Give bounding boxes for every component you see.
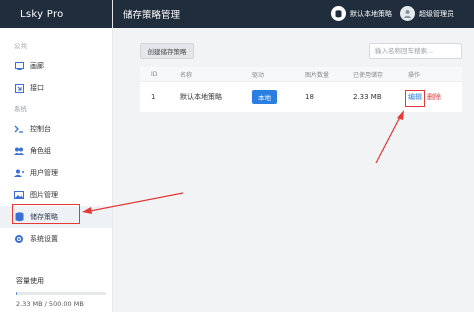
storage-icon — [331, 6, 346, 21]
cell-name: 默认本地策略 — [180, 93, 222, 101]
col-used: 已使用储存 — [353, 71, 384, 79]
table-header: ID 名称 驱动 图片数量 已使用储存 操作 — [140, 67, 462, 82]
sidebar-item-users[interactable]: 用户管理 — [0, 162, 112, 184]
sidebar-item-console[interactable]: 控制台 — [0, 118, 112, 140]
page-title: 储存策略管理 — [123, 10, 181, 21]
usage-bar — [16, 292, 106, 295]
col-name: 名称 — [180, 71, 193, 79]
driver-badge: 本地 — [252, 90, 277, 104]
sidebar-item-label: 系统设置 — [30, 235, 58, 243]
sidebar-item-api[interactable]: 接口 — [0, 77, 112, 99]
cell-id: 1 — [151, 93, 156, 101]
cell-used: 2.33 MB — [353, 93, 382, 101]
strategy-label: 默认本地策略 — [350, 9, 392, 18]
edit-highlight-box — [405, 90, 425, 107]
section-system-title: 系统 — [14, 105, 27, 113]
api-icon — [14, 83, 24, 93]
sidebar-item-label: 角色组 — [30, 147, 51, 155]
usage-value: 2.33 MB / 500.00 MB — [16, 300, 84, 308]
sidebar-item-label: 接口 — [30, 84, 44, 92]
usage-label: 容量使用 — [16, 277, 44, 285]
sidebar-item-label: 控制台 — [30, 125, 51, 133]
top-header: 储存策略管理 默认本地策略 超级管理员 — [113, 0, 474, 28]
gear-icon — [14, 234, 24, 244]
create-strategy-button[interactable]: 创建储存策略 — [140, 43, 194, 59]
sidebar-item-settings[interactable]: 系统设置 — [0, 228, 112, 250]
col-driver: 驱动 — [252, 71, 265, 79]
gallery-icon — [14, 61, 24, 71]
image-icon — [14, 190, 24, 200]
sidebar-item-label: 用户管理 — [30, 169, 58, 177]
cell-count: 18 — [305, 93, 314, 101]
strategy-switcher[interactable]: 默认本地策略 — [331, 6, 392, 21]
arrow-to-edit — [375, 110, 404, 164]
user-name: 超级管理员 — [419, 9, 454, 18]
search-input[interactable] — [369, 43, 462, 59]
user-menu[interactable]: 超级管理员 — [400, 6, 454, 21]
avatar — [400, 6, 415, 21]
sidebar-item-label: 画廊 — [30, 62, 44, 70]
sidebar: Lsky Pro 公共 画廊 接口 系统 控制台 角色组 用户管理 图片管理 储… — [0, 0, 113, 312]
users-icon — [14, 146, 24, 156]
storage-highlight-box — [12, 204, 80, 224]
storage-usage: 容量使用 2.33 MB / 500.00 MB — [16, 276, 106, 308]
delete-link[interactable]: 删除 — [427, 92, 441, 102]
col-actions: 操作 — [408, 71, 421, 79]
col-count: 图片数量 — [305, 71, 330, 79]
sidebar-item-gallery[interactable]: 画廊 — [0, 55, 112, 77]
sidebar-item-label: 图片管理 — [30, 191, 58, 199]
sidebar-item-roles[interactable]: 角色组 — [0, 140, 112, 162]
col-id: ID — [151, 70, 158, 78]
terminal-icon — [14, 124, 24, 134]
section-public-title: 公共 — [14, 42, 27, 50]
sidebar-item-images[interactable]: 图片管理 — [0, 184, 112, 206]
brand-logo[interactable]: Lsky Pro — [0, 0, 112, 28]
user-manage-icon — [14, 168, 24, 178]
